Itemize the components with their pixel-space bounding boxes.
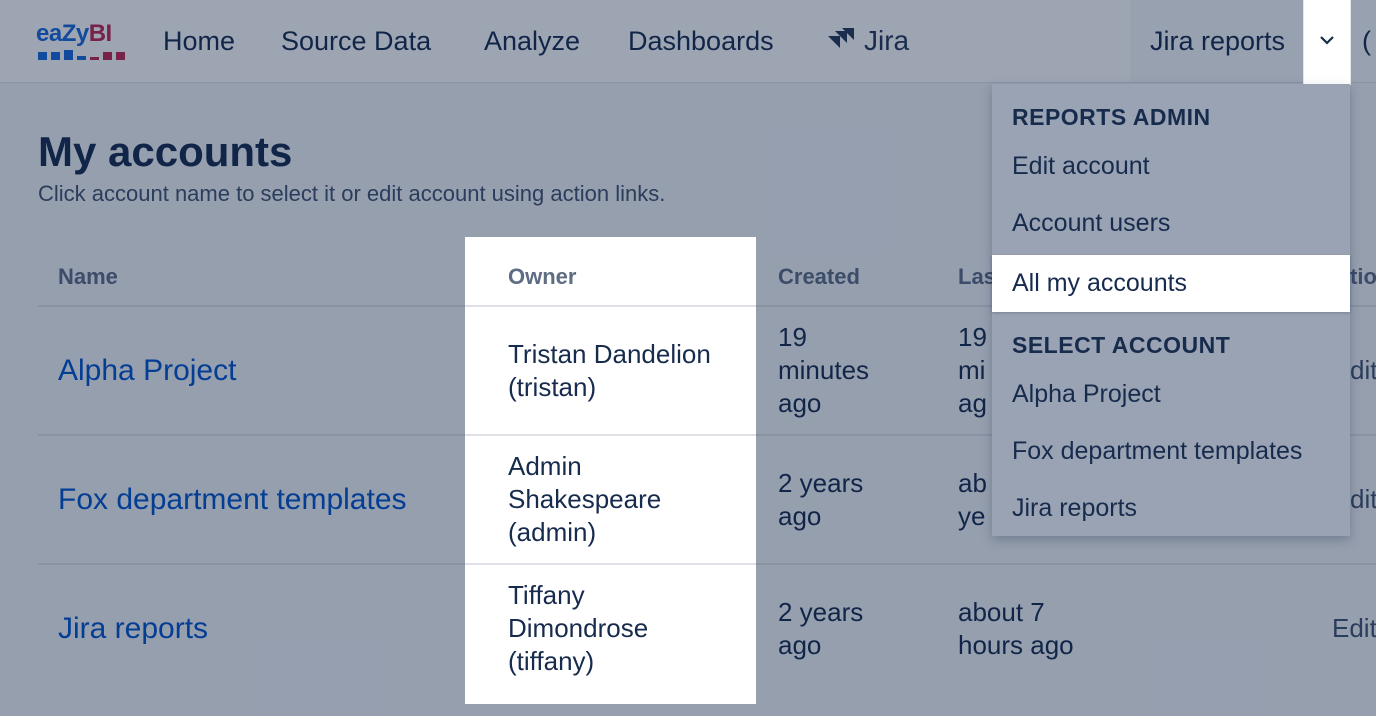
last-line: 19: [958, 322, 987, 352]
menu-account-alpha-project[interactable]: Alpha Project: [992, 366, 1350, 423]
current-account-label[interactable]: Jira reports: [1150, 22, 1285, 60]
edit-link[interactable]: dit: [1350, 307, 1376, 434]
nav-home[interactable]: Home: [163, 22, 235, 60]
edit-link[interactable]: dit: [1350, 436, 1376, 563]
owner-line: (tiffany): [508, 646, 595, 676]
menu-item-label: Alpha Project: [1012, 380, 1161, 408]
edit-link[interactable]: Edit: [1332, 565, 1376, 692]
owner-divider: [465, 305, 756, 307]
header-created: Created: [778, 264, 860, 289]
created-line: 2 years: [778, 597, 864, 627]
menu-account-users[interactable]: Account users: [992, 195, 1350, 252]
nav-analyze[interactable]: Analyze: [484, 22, 580, 60]
menu-item-label: Edit account: [1012, 152, 1150, 180]
account-dropdown-button-highlight[interactable]: [1304, 0, 1350, 84]
page-subtitle: Click account name to select it or edit …: [38, 181, 666, 206]
owner-line: Tristan Dandelion: [508, 339, 711, 369]
help-icon-edge[interactable]: (: [1362, 22, 1371, 60]
last-updated-cell: ab ye: [958, 467, 987, 533]
last-line: ab: [958, 468, 987, 498]
last-line: mi: [958, 355, 986, 385]
created-line: ago: [778, 501, 822, 531]
last-line: about 7: [958, 597, 1045, 627]
header-last-updated: Las: [958, 264, 996, 289]
menu-account-fox-templates[interactable]: Fox department templates: [992, 423, 1350, 480]
created-line: minutes: [778, 355, 870, 385]
last-line: ag: [958, 388, 987, 418]
nav-source-data[interactable]: Source Data: [281, 22, 431, 60]
last-line: ye: [958, 501, 986, 531]
account-link[interactable]: Alpha Project: [58, 307, 236, 434]
jira-label: Jira: [864, 25, 910, 56]
menu-item-label: Fox department templates: [1012, 437, 1303, 465]
header-name: Name: [58, 264, 118, 289]
account-link[interactable]: Jira reports: [58, 565, 208, 692]
logo-wordmark-a: eaZy: [36, 20, 89, 47]
page-title: My accounts: [38, 128, 293, 175]
header-owner: Owner: [508, 264, 577, 289]
logo-bars-icon: [38, 50, 128, 60]
logo-wordmark: eaZyBI: [36, 20, 112, 48]
last-line: hours ago: [958, 630, 1074, 660]
owner-divider: [465, 434, 756, 436]
owner-cell: Tiffany Dimondrose (tiffany): [508, 579, 648, 678]
owner-line: (admin): [508, 517, 597, 547]
created-line: 19: [778, 322, 807, 352]
created-cell: 19 minutes ago: [778, 321, 869, 420]
menu-item-label: Jira reports: [1012, 494, 1138, 522]
owner-line: Tiffany: [508, 580, 585, 610]
owner-line: (tristan): [508, 372, 597, 402]
owner-line: Admin: [508, 451, 582, 481]
menu-item-label: Account users: [1012, 209, 1171, 237]
account-menu: REPORTS ADMIN Edit account Account users…: [992, 84, 1350, 536]
menu-account-jira-reports[interactable]: Jira reports: [992, 480, 1350, 537]
owner-cell: Tristan Dandelion (tristan): [508, 338, 711, 404]
account-link[interactable]: Fox department templates: [58, 436, 407, 563]
created-line: ago: [778, 388, 822, 418]
select-account-header: SELECT ACCOUNT: [1012, 332, 1231, 358]
menu-edit-account[interactable]: Edit account: [992, 138, 1350, 195]
owner-line: Dimondrose: [508, 613, 649, 643]
menu-item-label: All my accounts: [1012, 269, 1188, 297]
header-actions: tio: [1350, 264, 1376, 289]
owner-line: Shakespeare: [508, 484, 662, 514]
chevron-down-icon: [1320, 36, 1334, 45]
menu-all-my-accounts[interactable]: All my accounts: [992, 255, 1350, 312]
last-updated-cell: about 7 hours ago: [958, 596, 1074, 662]
created-line: ago: [778, 630, 822, 660]
created-cell: 2 years ago: [778, 467, 863, 533]
owner-divider: [465, 563, 756, 565]
jira-icon: [828, 28, 854, 48]
reports-admin-header: REPORTS ADMIN: [1012, 104, 1211, 130]
top-navigation: eaZyBI Home Source Data Analyze Dashboar…: [0, 0, 1376, 84]
eazybi-logo[interactable]: eaZyBI: [36, 20, 128, 64]
created-cell: 2 years ago: [778, 596, 863, 662]
created-line: 2 years: [778, 468, 864, 498]
nav-dashboards[interactable]: Dashboards: [628, 22, 774, 60]
last-updated-cell: 19 mi ag: [958, 321, 987, 420]
owner-column-highlight: Owner Tristan Dandelion (tristan) Admin …: [465, 237, 756, 704]
logo-wordmark-b: BI: [88, 20, 113, 47]
owner-cell: Admin Shakespeare (admin): [508, 450, 661, 549]
